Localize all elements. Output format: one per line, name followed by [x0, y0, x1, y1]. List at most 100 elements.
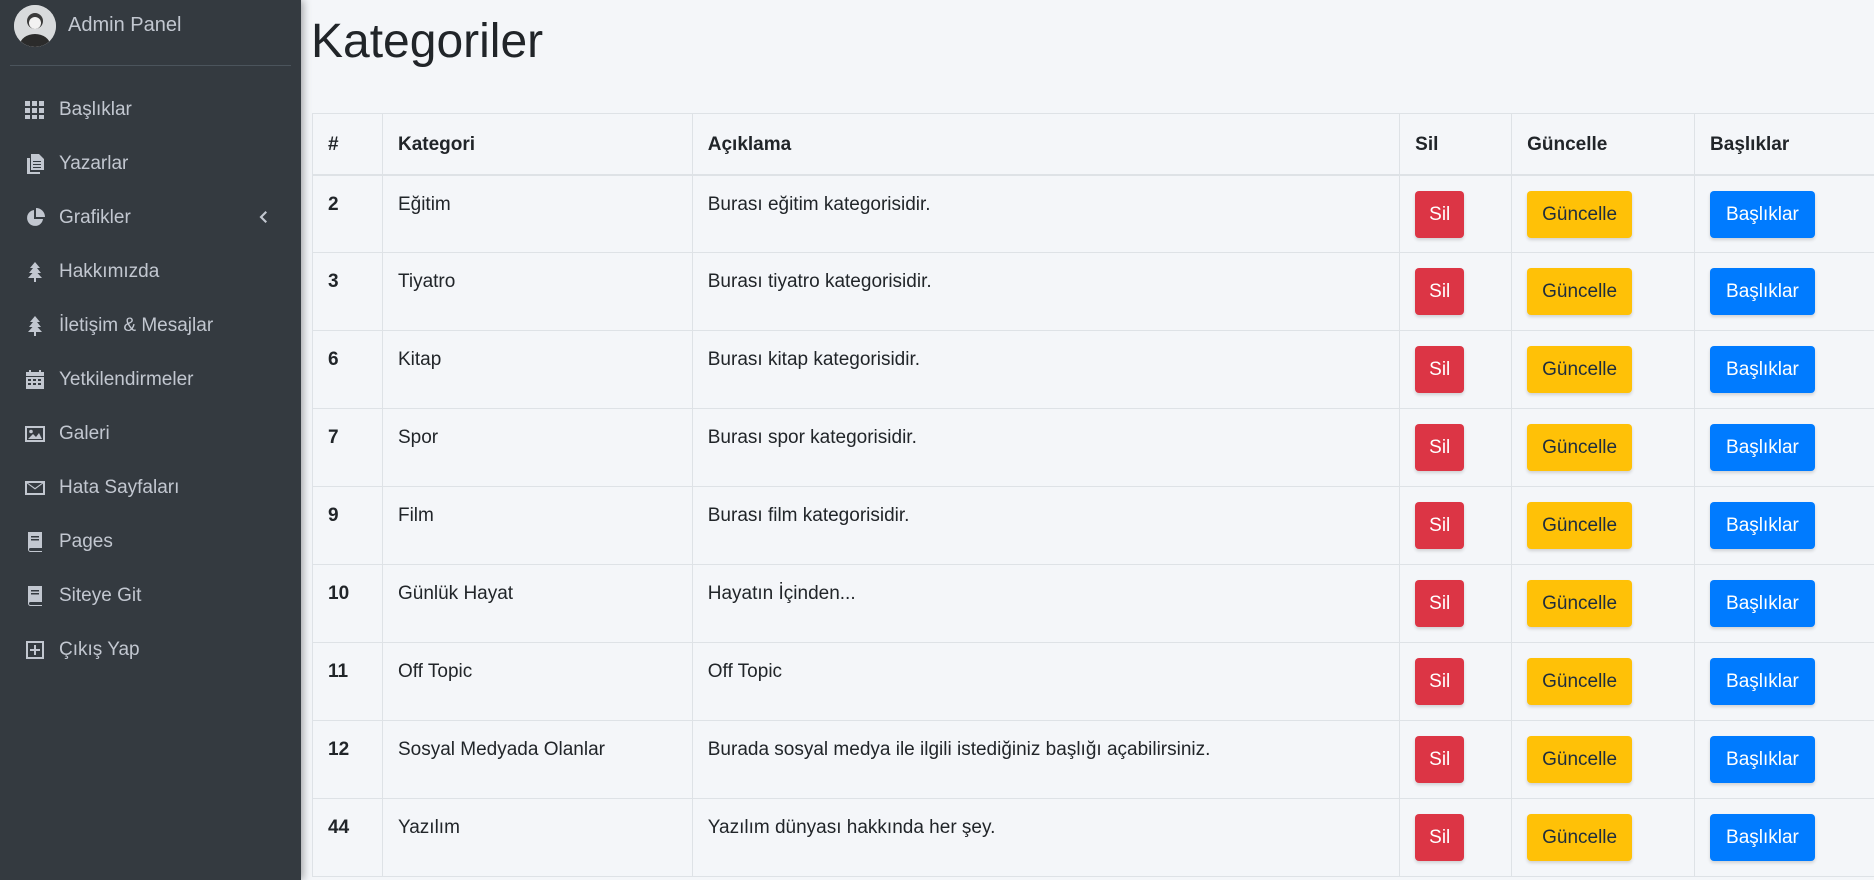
titles-cell: Başlıklar	[1694, 330, 1874, 409]
book-icon	[24, 531, 46, 553]
sidebar-item-label: Galeri	[59, 423, 110, 444]
update-button[interactable]: Güncelle	[1527, 190, 1633, 238]
table-row: 6 Kitap Burası kitap kategorisidir. Sil Günc…	[312, 330, 1874, 409]
titles-button[interactable]: Başlıklar	[1710, 658, 1815, 705]
titles-button[interactable]: Başlıklar	[1710, 424, 1815, 471]
table-row: 2 Eğitim Burası eğitim kategorisidir. Sil Gü…	[312, 174, 1874, 253]
row-category-name: Günlük Hayat	[381, 564, 693, 643]
update-cell: Güncelle	[1511, 408, 1696, 487]
brand-link[interactable]: Admin Panel	[10, 0, 291, 66]
envelope-icon	[24, 477, 46, 499]
sidebar: Admin Panel Başlıklar Yazarlar Grafikler	[0, 0, 301, 880]
delete-button[interactable]: Sil	[1415, 736, 1465, 783]
titles-cell: Başlıklar	[1694, 642, 1874, 721]
update-button[interactable]: Güncelle	[1527, 736, 1633, 783]
sidebar-item-cikis-yap[interactable]: Çıkış Yap	[0, 623, 301, 677]
sidebar-item-hakkimizda[interactable]: Hakkımızda	[0, 245, 301, 299]
main-content: Kategoriler # Kategori Açıklama Sil Günc…	[301, 0, 1874, 880]
copy-icon	[24, 153, 46, 175]
row-description: Burası tiyatro kategorisidir.	[691, 252, 1401, 331]
sidebar-item-label: Başlıklar	[59, 99, 132, 120]
titles-button[interactable]: Başlıklar	[1710, 346, 1815, 393]
sidebar-item-iletisim[interactable]: İletişim & Mesajlar	[0, 299, 301, 353]
row-id: 2	[312, 174, 383, 253]
delete-cell: Sil	[1399, 486, 1513, 565]
update-button[interactable]: Güncelle	[1527, 580, 1633, 627]
sidebar-item-basliklar[interactable]: Başlıklar	[0, 83, 301, 137]
row-description: Burada sosyal medya ile ilgili istediğin…	[691, 720, 1401, 799]
delete-button[interactable]: Sil	[1415, 814, 1465, 861]
delete-button[interactable]: Sil	[1415, 424, 1465, 471]
titles-cell: Başlıklar	[1694, 720, 1874, 799]
row-category-name: Sosyal Medyada Olanlar	[381, 720, 693, 799]
sidebar-item-galeri[interactable]: Galeri	[0, 407, 301, 461]
update-cell: Güncelle	[1511, 330, 1696, 409]
table-row: 9 Film Burası film kategorisidir. Sil Güncel…	[312, 486, 1874, 565]
table-header-row: # Kategori Açıklama Sil Güncelle Başlıkl…	[312, 113, 1874, 176]
delete-button[interactable]: Sil	[1415, 502, 1465, 549]
row-category-name: Yazılım	[381, 798, 693, 877]
titles-button[interactable]: Başlıklar	[1710, 580, 1815, 627]
sidebar-item-label: Yazarlar	[59, 153, 129, 174]
titles-cell: Başlıklar	[1694, 486, 1874, 565]
column-header-category: Kategori	[381, 113, 693, 176]
sidebar-item-grafikler[interactable]: Grafikler	[0, 191, 301, 245]
calendar-icon	[24, 369, 46, 391]
titles-cell: Başlıklar	[1694, 408, 1874, 487]
titles-button[interactable]: Başlıklar	[1710, 502, 1815, 549]
sidebar-item-siteye-git[interactable]: Siteye Git	[0, 569, 301, 623]
delete-cell: Sil	[1399, 408, 1513, 487]
image-icon	[24, 423, 46, 445]
titles-button[interactable]: Başlıklar	[1710, 268, 1815, 315]
row-description: Burası spor kategorisidir.	[691, 408, 1401, 487]
titles-cell: Başlıklar	[1694, 252, 1874, 331]
column-header-id: #	[312, 113, 383, 176]
titles-button[interactable]: Başlıklar	[1710, 190, 1815, 238]
column-header-update: Güncelle	[1511, 113, 1696, 176]
row-description: Burası eğitim kategorisidir.	[691, 174, 1401, 253]
update-button[interactable]: Güncelle	[1527, 346, 1633, 393]
book-icon	[24, 585, 46, 607]
update-button[interactable]: Güncelle	[1527, 814, 1633, 861]
categories-table-wrap: # Kategori Açıklama Sil Güncelle Başlıkl…	[312, 113, 1874, 877]
row-category-name: Tiyatro	[381, 252, 693, 331]
update-button[interactable]: Güncelle	[1527, 268, 1633, 315]
column-header-delete: Sil	[1399, 113, 1513, 176]
update-cell: Güncelle	[1511, 486, 1696, 565]
categories-table: # Kategori Açıklama Sil Güncelle Başlıkl…	[312, 113, 1874, 877]
delete-button[interactable]: Sil	[1415, 580, 1465, 627]
titles-button[interactable]: Başlıklar	[1710, 814, 1815, 861]
sidebar-item-label: Yetkilendirmeler	[59, 369, 194, 390]
sidebar-item-yetkilendirmeler[interactable]: Yetkilendirmeler	[0, 353, 301, 407]
delete-cell: Sil	[1399, 564, 1513, 643]
delete-button[interactable]: Sil	[1415, 268, 1465, 315]
update-cell: Güncelle	[1511, 252, 1696, 331]
sidebar-item-pages[interactable]: Pages	[0, 515, 301, 569]
row-id: 10	[312, 564, 383, 643]
sidebar-item-yazarlar[interactable]: Yazarlar	[0, 137, 301, 191]
row-id: 11	[312, 642, 383, 721]
row-description: Off Topic	[691, 642, 1401, 721]
update-button[interactable]: Güncelle	[1527, 424, 1633, 471]
table-body: 2 Eğitim Burası eğitim kategorisidir. Sil Gü…	[312, 174, 1874, 877]
row-id: 9	[312, 486, 383, 565]
table-row: 11 Off Topic Off Topic Sil Güncelle Başlıklar	[312, 642, 1874, 721]
sidebar-item-label: Grafikler	[59, 207, 131, 228]
column-header-titles: Başlıklar	[1694, 113, 1874, 176]
sidebar-item-hata-sayfalari[interactable]: Hata Sayfaları	[0, 461, 301, 515]
titles-cell: Başlıklar	[1694, 564, 1874, 643]
titles-button[interactable]: Başlıklar	[1710, 736, 1815, 783]
table-row: 10 Günlük Hayat Hayatın İçinden... Sil Günce…	[312, 564, 1874, 643]
plus-square-icon	[24, 639, 46, 661]
table-row: 12 Sosyal Medyada Olanlar Burada sosyal me…	[312, 720, 1874, 799]
tree-icon	[24, 261, 46, 283]
update-button[interactable]: Güncelle	[1527, 658, 1633, 705]
table-row: 3 Tiyatro Burası tiyatro kategorisidir. Sil…	[312, 252, 1874, 331]
update-button[interactable]: Güncelle	[1527, 502, 1633, 549]
delete-button[interactable]: Sil	[1415, 658, 1465, 705]
row-id: 44	[312, 798, 383, 877]
row-category-name: Off Topic	[381, 642, 693, 721]
delete-button[interactable]: Sil	[1415, 190, 1465, 238]
delete-button[interactable]: Sil	[1415, 346, 1465, 393]
row-category-name: Eğitim	[381, 174, 693, 253]
